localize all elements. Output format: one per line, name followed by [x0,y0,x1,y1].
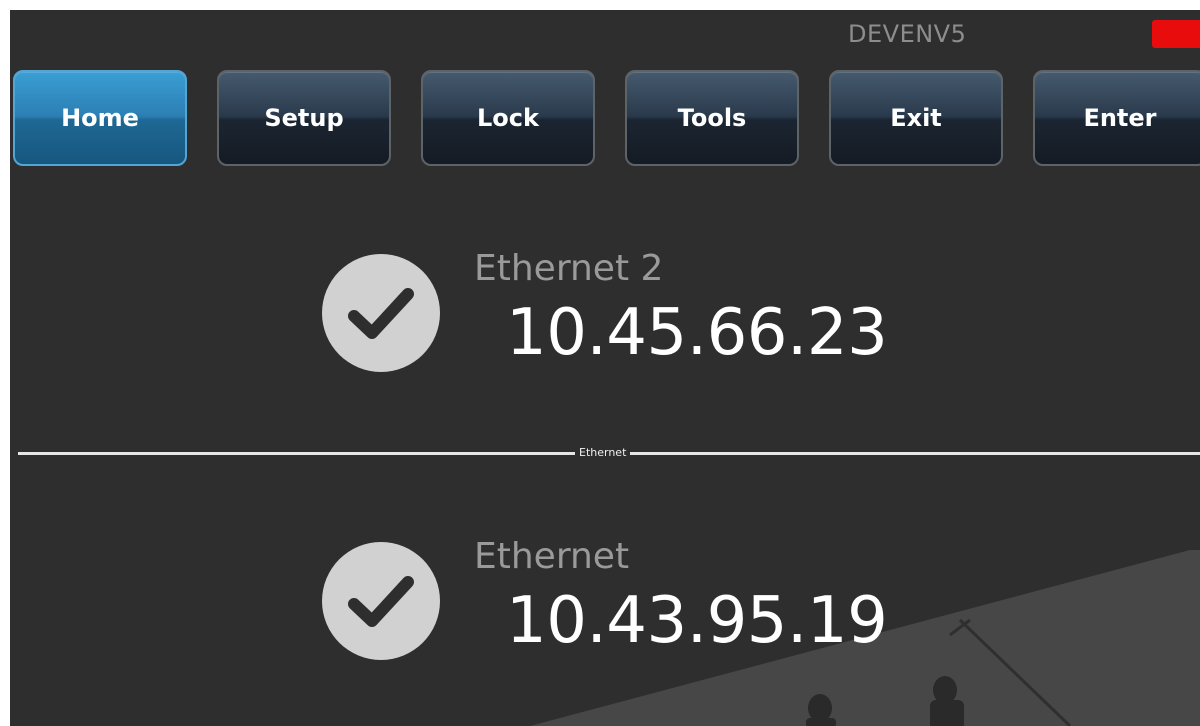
home-button[interactable]: Home [13,70,187,166]
adapter-name: Ethernet 2 [474,248,664,289]
status-indicator [1152,20,1200,48]
setup-button[interactable]: Setup [217,70,391,166]
device-name: DEVENV5 [848,20,967,48]
lock-button[interactable]: Lock [421,70,595,166]
enter-button[interactable]: Enter [1033,70,1200,166]
adapter-name: Ethernet [474,536,630,577]
exit-button[interactable]: Exit [829,70,1003,166]
network-entry: Ethernet 10.43.95.19 [10,534,1200,674]
check-icon [322,254,440,372]
divider-label: Ethernet [575,445,631,461]
ip-address: 10.45.66.23 [506,296,888,370]
network-entry: Ethernet 2 10.45.66.23 [10,246,1200,386]
ip-address: 10.43.95.19 [506,584,888,658]
toolbar: Home Setup Lock Tools Exit Enter [13,70,1200,166]
tools-button[interactable]: Tools [625,70,799,166]
app-screen: DEVENV5 Home Setup Lock Tools Exit Enter… [10,10,1200,726]
check-icon [322,542,440,660]
